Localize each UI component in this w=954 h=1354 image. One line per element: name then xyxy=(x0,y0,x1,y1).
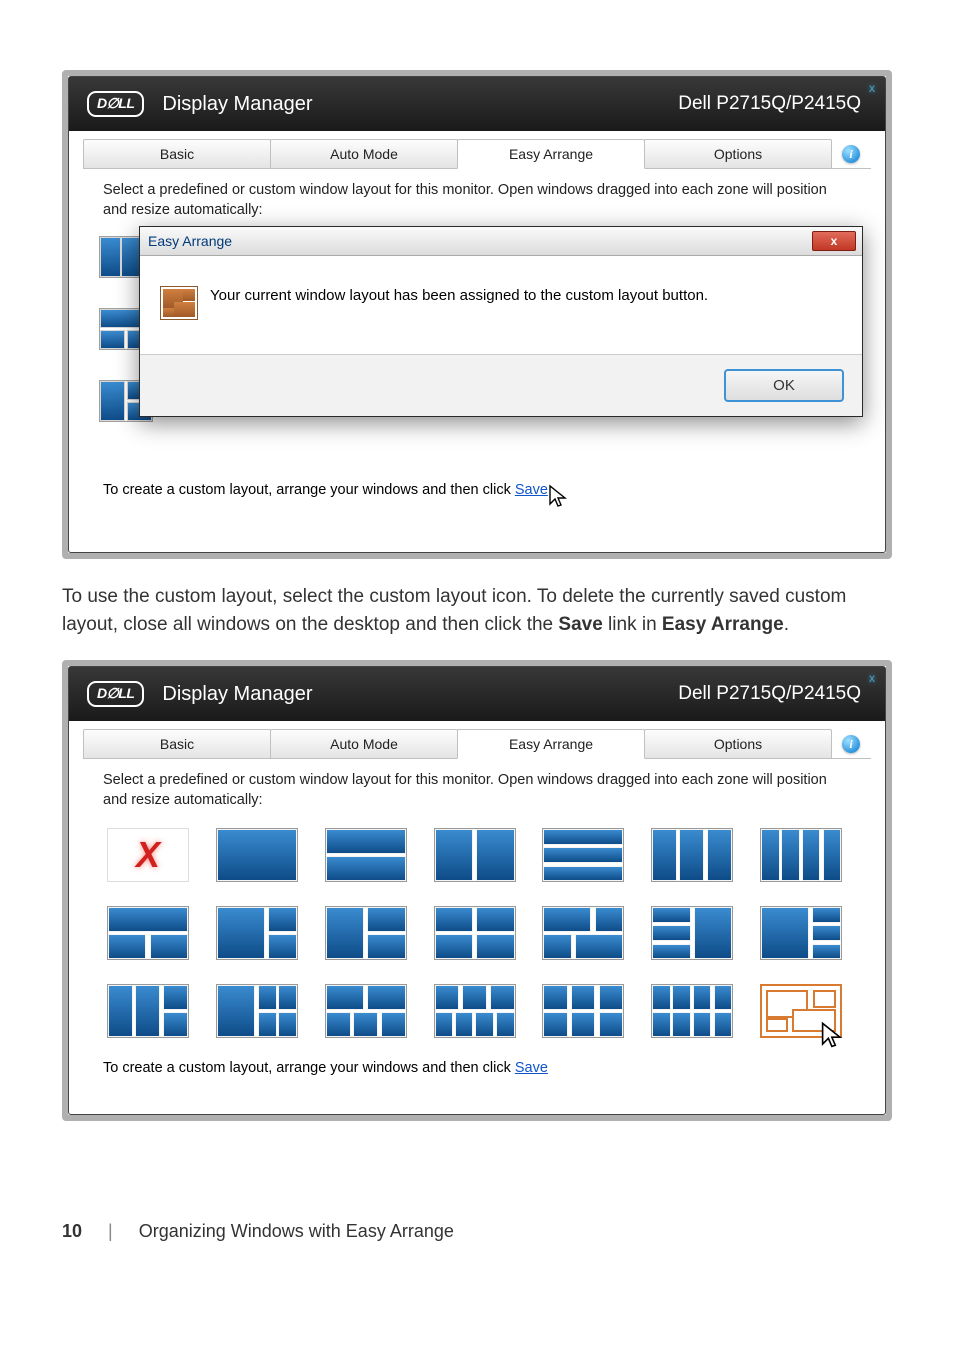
monitor-name: Dell P2715Q/P2415Q xyxy=(678,683,861,705)
easy-arrange-description: Select a predefined or custom window lay… xyxy=(103,771,851,810)
tab-auto-mode[interactable]: Auto Mode xyxy=(270,729,458,759)
app-title: Display Manager xyxy=(162,93,678,116)
tab-basic[interactable]: Basic xyxy=(83,139,271,169)
layout-thumbnail[interactable] xyxy=(107,906,189,960)
info-button[interactable]: i xyxy=(831,139,871,169)
custom-layout-icon xyxy=(160,286,198,320)
layout-grid: X xyxy=(107,828,847,1038)
layout-thumbnail[interactable] xyxy=(325,906,407,960)
tabs: Basic Auto Mode Easy Arrange Options i xyxy=(69,729,885,759)
ok-button[interactable]: OK xyxy=(724,369,844,402)
dialog-close-button[interactable]: x xyxy=(812,231,856,251)
layout-thumbnail[interactable] xyxy=(325,828,407,882)
layout-thumbnail[interactable] xyxy=(216,906,298,960)
layout-thumbnail[interactable] xyxy=(542,984,624,1038)
layout-thumbnail[interactable] xyxy=(651,906,733,960)
display-manager-window-2: x D∅LL Display Manager Dell P2715Q/P2415… xyxy=(62,660,892,1121)
display-manager-window-1: x D∅LL Display Manager Dell P2715Q/P2415… xyxy=(62,70,892,559)
tab-options[interactable]: Options xyxy=(644,139,832,169)
easy-arrange-description: Select a predefined or custom window lay… xyxy=(103,181,851,220)
page-number: 10 xyxy=(62,1221,82,1242)
cursor-icon xyxy=(548,484,570,514)
section-title: Organizing Windows with Easy Arrange xyxy=(139,1221,454,1242)
tab-easy-arrange[interactable]: Easy Arrange xyxy=(457,139,645,169)
layout-thumbnail[interactable] xyxy=(107,984,189,1038)
dell-logo: D∅LL xyxy=(87,91,144,117)
x-icon: X xyxy=(136,834,160,876)
layout-thumbnail[interactable] xyxy=(434,828,516,882)
window-close-icon[interactable]: x xyxy=(869,671,875,685)
layout-thumbnail[interactable] xyxy=(434,984,516,1038)
page-footer: 10 | Organizing Windows with Easy Arrang… xyxy=(62,1221,892,1242)
confirmation-dialog: Easy Arrange x Your current window layou… xyxy=(139,226,863,417)
info-icon: i xyxy=(842,735,860,753)
layout-none[interactable]: X xyxy=(107,828,189,882)
tab-auto-mode[interactable]: Auto Mode xyxy=(270,139,458,169)
layout-thumbnail[interactable] xyxy=(434,906,516,960)
separator: | xyxy=(108,1221,113,1242)
app-title: Display Manager xyxy=(162,683,678,706)
monitor-name: Dell P2715Q/P2415Q xyxy=(678,93,861,115)
layout-thumbnail[interactable] xyxy=(760,828,842,882)
layout-thumbnail[interactable] xyxy=(216,828,298,882)
layout-thumbnail[interactable] xyxy=(651,984,733,1038)
layout-thumbnail[interactable] xyxy=(760,906,842,960)
tab-easy-arrange[interactable]: Easy Arrange xyxy=(457,729,645,759)
titlebar: x D∅LL Display Manager Dell P2715Q/P2415… xyxy=(69,667,885,721)
layout-thumbnail[interactable] xyxy=(651,828,733,882)
tabs: Basic Auto Mode Easy Arrange Options i xyxy=(69,139,885,169)
dialog-title: Easy Arrange xyxy=(148,233,232,249)
save-link[interactable]: Save xyxy=(515,482,548,498)
dialog-message: Your current window layout has been assi… xyxy=(210,286,708,306)
tab-basic[interactable]: Basic xyxy=(83,729,271,759)
info-button[interactable]: i xyxy=(831,729,871,759)
layout-thumbnail[interactable] xyxy=(542,906,624,960)
dell-logo: D∅LL xyxy=(87,681,144,707)
layout-thumbnail[interactable] xyxy=(542,828,624,882)
layout-thumbnail[interactable] xyxy=(216,984,298,1038)
tab-options[interactable]: Options xyxy=(644,729,832,759)
layout-custom[interactable] xyxy=(760,984,842,1038)
save-link[interactable]: Save xyxy=(515,1060,548,1076)
window-close-icon[interactable]: x xyxy=(869,81,875,95)
titlebar: x D∅LL Display Manager Dell P2715Q/P2415… xyxy=(69,77,885,131)
create-custom-hint: To create a custom layout, arrange your … xyxy=(103,482,851,514)
create-custom-hint: To create a custom layout, arrange your … xyxy=(103,1060,851,1076)
cursor-icon xyxy=(820,1021,846,1056)
instruction-paragraph: To use the custom layout, select the cus… xyxy=(62,583,892,638)
info-icon: i xyxy=(842,145,860,163)
layout-thumbnail[interactable] xyxy=(325,984,407,1038)
dialog-titlebar: Easy Arrange x xyxy=(140,227,862,256)
